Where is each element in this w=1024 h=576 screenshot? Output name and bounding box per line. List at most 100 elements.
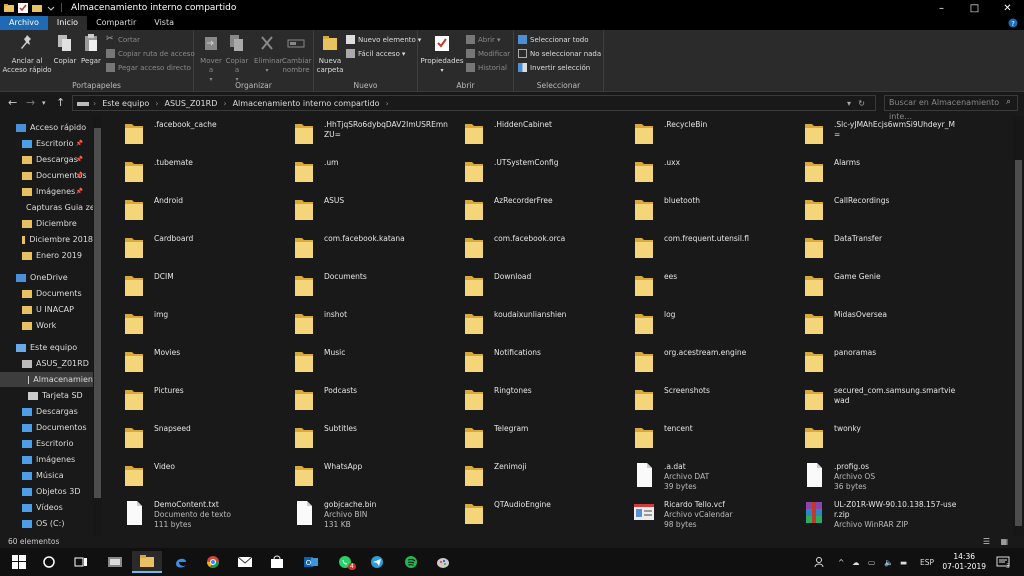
file-item[interactable]: UL-Z01R-WW-90.10.138.157-user.zip Archivo… [790, 496, 960, 534]
folder-item[interactable]: .UTSystemConfig [450, 154, 620, 192]
nav-item[interactable]: Objetos 3D [0, 484, 93, 499]
nav-item[interactable]: Enero 2019 [0, 248, 93, 263]
nav-scrollbar-thumb[interactable] [94, 128, 101, 498]
search-taskbar-button[interactable] [34, 551, 64, 573]
folder-item[interactable]: Pictures [110, 382, 280, 420]
nav-item[interactable]: Work [0, 318, 93, 333]
folder-item[interactable]: Music [280, 344, 450, 382]
folder-item[interactable]: MidasOversea [790, 306, 960, 344]
copy-path-button[interactable]: Copiar ruta de acceso [106, 49, 195, 58]
folder-item[interactable]: DCIM [110, 268, 280, 306]
nav-item[interactable]: Imágenes [0, 452, 93, 467]
taskbar-app-screen[interactable] [100, 551, 130, 573]
folder-item[interactable]: org.acestream.engine [620, 344, 790, 382]
folder-item[interactable]: img [110, 306, 280, 344]
battery-icon[interactable]: ▬ [900, 548, 907, 576]
folder-item[interactable]: .facebook_cache [110, 116, 280, 154]
tab-vista[interactable]: Vista [145, 16, 183, 30]
folder-item[interactable]: Cardboard [110, 230, 280, 268]
taskbar-mail[interactable] [230, 551, 260, 573]
folder-item[interactable]: .um [280, 154, 450, 192]
content-scrollbar[interactable] [1013, 116, 1024, 536]
nav-item[interactable]: U INACAP [0, 302, 93, 317]
folder-item[interactable]: inshot [280, 306, 450, 344]
details-view-icon[interactable]: ☰ [983, 536, 990, 548]
nav-item[interactable]: Tarjeta SD [0, 388, 93, 403]
edit-button[interactable]: Modificar [466, 49, 510, 58]
folder-item[interactable]: Documents [280, 268, 450, 306]
taskbar-paint[interactable] [428, 551, 458, 573]
nav-item[interactable]: Música [0, 468, 93, 483]
file-item[interactable]: Ricardo Tello.vcf Archivo vCalendar 98 byt… [620, 496, 790, 534]
open-button[interactable]: Abrir ▾ [466, 35, 500, 44]
nav-item[interactable]: Documentos [0, 420, 93, 435]
folder-item[interactable]: Telegram [450, 420, 620, 458]
breadcrumb-device[interactable]: ASUS_Z01RD [165, 99, 218, 108]
folder-item[interactable]: .Slc-yJMAhEcjs6wmSi9Uhdeyr_M= [790, 116, 960, 154]
folder-item[interactable]: com.facebook.orca [450, 230, 620, 268]
nav-item[interactable]: OS (C:) [0, 516, 93, 531]
folder-item[interactable]: bluetooth [620, 192, 790, 230]
folder-item[interactable]: Alarms [790, 154, 960, 192]
folder-item[interactable]: Subtitles [280, 420, 450, 458]
copy-button[interactable]: Copiar [52, 34, 78, 66]
properties-check-icon[interactable] [18, 3, 28, 13]
taskbar-file-explorer[interactable] [132, 551, 162, 573]
folder-item[interactable]: panoramas [790, 344, 960, 382]
folder-item[interactable]: com.facebook.katana [280, 230, 450, 268]
folder-item[interactable]: ASUS [280, 192, 450, 230]
folder-item[interactable]: Snapseed [110, 420, 280, 458]
invert-selection-button[interactable]: Invertir selección [518, 63, 590, 72]
quick-access-dropdown-icon[interactable] [46, 3, 56, 13]
select-none-button[interactable]: No seleccionar nada [518, 49, 601, 58]
task-view-button[interactable] [66, 551, 96, 573]
search-input[interactable]: Buscar en Almacenamiento inte... [884, 95, 1018, 121]
folder-item[interactable]: Screenshots [620, 382, 790, 420]
folder-item[interactable]: .RecycleBin [620, 116, 790, 154]
nav-item[interactable]: Imágenes 📌 [0, 184, 93, 199]
nav-item[interactable]: Acceso rápido [0, 120, 93, 135]
folder-item[interactable]: Android [110, 192, 280, 230]
taskbar-edge[interactable] [166, 551, 196, 573]
network-icon[interactable]: ▭ [868, 548, 875, 576]
folder-item[interactable]: Download [450, 268, 620, 306]
new-item-button[interactable]: Nuevo elemento ▾ [346, 35, 421, 44]
folder-item[interactable]: AzRecorderFree [450, 192, 620, 230]
nav-item[interactable]: Descargas 📌 [0, 152, 93, 167]
nav-item[interactable]: Este equipo [0, 340, 93, 355]
nav-item[interactable]: OneDrive [0, 270, 93, 285]
up-arrow-icon[interactable]: ↑ [56, 96, 65, 109]
taskbar-outlook[interactable]: O [296, 551, 326, 573]
folder-item[interactable]: .HiddenCabinet [450, 116, 620, 154]
taskbar-chrome[interactable] [198, 551, 228, 573]
nav-item[interactable]: Capturas Guia ze [0, 200, 95, 215]
volume-icon[interactable]: 🔈 [884, 548, 893, 576]
forward-arrow-icon[interactable]: → [26, 96, 35, 109]
folder-item[interactable]: Video [110, 458, 280, 496]
taskbar-store[interactable] [262, 551, 292, 573]
nav-item[interactable]: Diciembre 2018 [0, 232, 93, 247]
folder-item[interactable]: QTAudioEngine [450, 496, 620, 534]
maximize-button[interactable]: □ [958, 0, 991, 16]
new-folder-quick-icon[interactable] [32, 3, 42, 13]
tab-archivo[interactable]: Archivo [0, 16, 48, 30]
close-button[interactable]: ✕ [991, 0, 1024, 16]
address-bar[interactable]: › Este equipo › ASUS_Z01RD › Almacenamie… [72, 95, 876, 111]
folder-item[interactable]: twonky [790, 420, 960, 458]
pin-quick-access-button[interactable]: Anclar al Acceso rápido [2, 34, 52, 75]
folder-item[interactable]: com.frequent.utensil.fl [620, 230, 790, 268]
delete-button[interactable]: Eliminar ▾ [254, 34, 283, 75]
nav-item[interactable]: Vídeos [0, 500, 93, 515]
folder-item[interactable]: Game Genie [790, 268, 960, 306]
folder-item[interactable]: WhatsApp [280, 458, 450, 496]
start-button[interactable] [4, 551, 34, 573]
taskbar-whatsapp[interactable]: 4 [330, 551, 360, 573]
tab-compartir[interactable]: Compartir [87, 16, 145, 30]
folder-item[interactable]: Zenimoji [450, 458, 620, 496]
file-item[interactable]: .a.dat Archivo DAT 39 bytes [620, 458, 790, 496]
folder-item[interactable]: Ringtones [450, 382, 620, 420]
nav-item[interactable]: Escritorio [0, 436, 93, 451]
rename-button[interactable]: Cambiar nombre [282, 34, 312, 75]
address-dropdown-icon[interactable]: ▾ [847, 99, 851, 108]
file-item[interactable]: .profig.os Archivo OS 36 bytes [790, 458, 960, 496]
